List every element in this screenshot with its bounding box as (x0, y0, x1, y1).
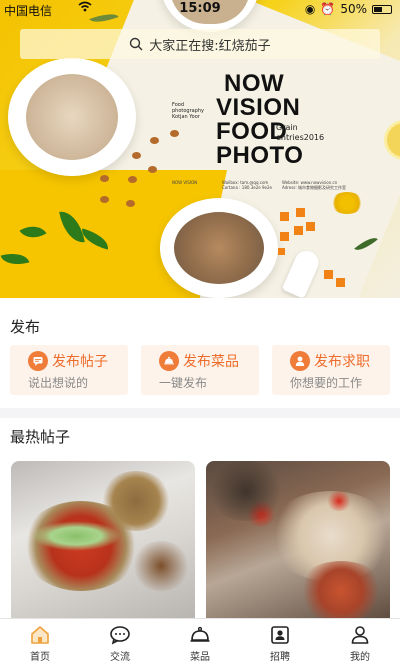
search-bar[interactable]: 大家正在搜:红烧茄子 (20, 29, 380, 59)
publish-title: 发布 (10, 318, 41, 336)
battery-icon (372, 4, 392, 14)
banner-food-photography-text: Food photography Kotjan Yoor (172, 102, 214, 120)
bottom-nav: 首页 交流 菜品 招聘 我的 (0, 618, 400, 666)
dish-photo (131, 541, 191, 591)
nut-image (132, 152, 141, 159)
banner-title: NOW VISION FOOD PHOTO (216, 72, 303, 168)
publish-job-desc: 你想要的工作 (290, 376, 363, 390)
nav-item-dishes[interactable]: 菜品 (160, 619, 240, 666)
publish-post-card[interactable]: 发布帖子 说出想说的 (10, 345, 128, 395)
nut-image (100, 175, 109, 182)
banner-contact-left: Wailbox: tam.@qq.com Cortana : 180.3e2e … (222, 180, 272, 190)
dish-photo (101, 471, 171, 531)
publish-post-label: 发布帖子 (52, 354, 108, 370)
carrot-cube-image (336, 278, 345, 287)
hot-post-image[interactable] (11, 461, 195, 621)
screen-record-icon: ◉ (304, 2, 316, 16)
nav-label-profile: 我的 (350, 652, 370, 663)
publish-section: 发布 发布帖子 说出想说的 发布菜品 一键发布 发布求职 你想要的工作 (0, 298, 400, 408)
nav-item-profile[interactable]: 我的 (320, 619, 400, 666)
banner-contact-line: Cortana : 180.3e2e 9e2e (222, 185, 272, 190)
nut-image (150, 137, 159, 144)
hot-posts-section: 最热帖子 (0, 418, 400, 621)
nav-item-home[interactable]: 首页 (0, 619, 80, 666)
banner-now-vision-tag: NOW VISION (172, 180, 198, 185)
cloche-icon (190, 626, 210, 642)
user-icon (351, 626, 369, 644)
nav-item-jobs[interactable]: 招聘 (240, 619, 320, 666)
dish-photo (296, 561, 386, 621)
dish-photo (326, 491, 352, 511)
banner-contact-right: Website: www.nowvision.cn Adress: 城市食物摄影… (282, 180, 346, 190)
battery-percent: 50% (340, 2, 367, 16)
publish-post-desc: 说出想说的 (28, 376, 89, 390)
dish-photo (206, 461, 286, 521)
carrot-cube-image (280, 232, 289, 241)
banner-fp-line: Kotjan Yoor (172, 114, 200, 120)
carrot-cube-image (306, 222, 315, 231)
cloche-icon (159, 351, 179, 371)
publish-dish-card[interactable]: 发布菜品 一键发布 (141, 345, 259, 395)
nut-image (100, 196, 109, 203)
status-right: ◉ ⏰ 50% (305, 2, 392, 16)
banner-contact-line: Adress: 城市食物摄影及研究工作室 (282, 185, 347, 190)
carrot-cube-image (280, 212, 289, 221)
publish-dish-desc: 一键发布 (159, 376, 208, 390)
home-icon (31, 626, 49, 644)
banner-title-line: VISION (216, 94, 301, 121)
chat-bubble-icon (28, 351, 48, 371)
nut-image (170, 130, 179, 137)
chat-icon (110, 626, 130, 645)
banner-fp-line: Food photography (172, 102, 205, 114)
nut-image (128, 176, 137, 183)
dish-photo (31, 521, 121, 551)
publish-dish-label: 发布菜品 (183, 354, 239, 370)
nut-image (126, 200, 135, 207)
nav-label-dishes: 菜品 (190, 652, 210, 663)
carrot-cube-image (278, 248, 285, 255)
search-placeholder: 大家正在搜:红烧茄子 (149, 38, 271, 54)
banner-title-line: PHOTO (216, 142, 304, 169)
carrot-cube-image (296, 208, 305, 217)
search-icon (130, 37, 143, 51)
carrot-cube-image (324, 270, 333, 279)
person-icon (290, 351, 310, 371)
publish-job-label: 发布求职 (314, 354, 370, 370)
hot-post-image[interactable] (206, 461, 390, 621)
publish-job-card[interactable]: 发布求职 你想要的工作 (272, 345, 390, 395)
porridge-bowl-image (160, 198, 278, 298)
status-bar: 中国电信 15:09 ◉ ⏰ 50% (0, 0, 400, 20)
nav-label-jobs: 招聘 (270, 652, 290, 663)
nav-label-home: 首页 (30, 652, 50, 663)
banner-grain-text: Grain entries2016 (276, 123, 324, 143)
hot-posts-title: 最热帖子 (10, 428, 71, 446)
millet-image (330, 192, 364, 214)
nav-item-chat[interactable]: 交流 (80, 619, 160, 666)
contact-card-icon (271, 626, 289, 644)
banner-grain-line: entries2016 (276, 133, 325, 142)
oat-bowl-image (8, 58, 136, 176)
nav-label-chat: 交流 (110, 652, 130, 663)
alarm-icon: ⏰ (320, 2, 336, 16)
banner-title-line: NOW (224, 70, 285, 97)
carrot-cube-image (294, 226, 303, 235)
nut-image (148, 166, 157, 173)
banner-grain-line: Grain (276, 123, 298, 132)
